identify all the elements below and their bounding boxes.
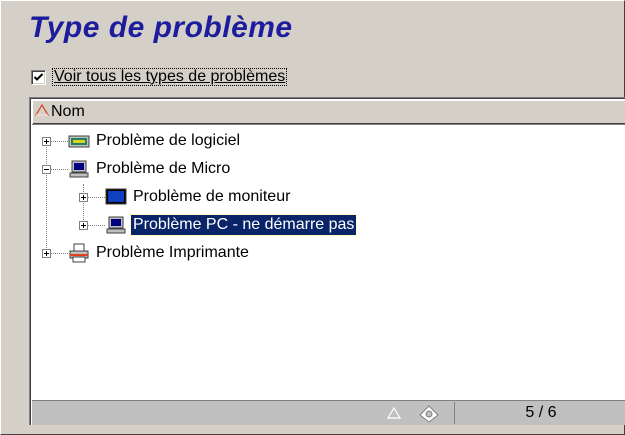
collapse-button[interactable] <box>42 165 51 174</box>
problem-type-tree: Problème de logiciel Problème de Micro P… <box>30 126 625 396</box>
tree-item-label: Problème PC - ne démarre pas <box>129 214 358 236</box>
checkmark-icon <box>33 72 44 81</box>
tree-item-pc-no-boot-problem[interactable]: Problème PC - ne démarre pas <box>105 211 358 239</box>
status-bar: 5 / 6 <box>32 400 625 425</box>
tree-item-label: Problème de Micro <box>96 160 231 177</box>
show-all-types-checkbox[interactable] <box>31 69 46 85</box>
expand-button[interactable] <box>42 249 51 258</box>
column-header-label: Nom <box>51 103 85 120</box>
window-frame: Type de problème Voir tous les types de … <box>0 0 625 435</box>
tree-item-micro-problem[interactable]: Problème de Micro <box>68 155 232 183</box>
sort-ascending-icon <box>34 103 50 121</box>
expand-button[interactable] <box>79 193 88 202</box>
tree-item-label: Problème de logiciel <box>96 132 241 149</box>
problem-type-tree-panel: Nom Problème de logiciel Problème de Mic… <box>29 97 625 425</box>
column-header-name[interactable]: Nom <box>32 100 625 125</box>
computer-icon <box>105 215 127 235</box>
sort-indicator-icon <box>386 406 402 424</box>
page-title: Type de problème <box>29 11 293 44</box>
computer-icon <box>68 159 90 179</box>
tree-item-software-problem[interactable]: Problème de logiciel <box>68 127 242 155</box>
tree-connector <box>46 140 47 252</box>
expand-button[interactable] <box>79 221 88 230</box>
record-counter: 5 / 6 <box>454 402 625 424</box>
software-icon <box>68 131 90 151</box>
tree-item-label: Problème Imprimante <box>96 244 249 261</box>
tree-connector <box>83 184 84 226</box>
monitor-icon <box>105 187 127 207</box>
show-all-types-label[interactable]: Voir tous les types de problèmes <box>52 68 288 86</box>
tree-item-label: Problème de moniteur <box>133 188 291 205</box>
expand-button[interactable] <box>42 137 51 146</box>
disk-icon <box>417 403 441 425</box>
tree-item-printer-problem[interactable]: Problème Imprimante <box>68 239 251 267</box>
tree-item-monitor-problem[interactable]: Problème de moniteur <box>105 183 292 211</box>
printer-icon <box>68 243 90 263</box>
show-all-types-checkbox-row[interactable]: Voir tous les types de problèmes <box>31 66 288 88</box>
